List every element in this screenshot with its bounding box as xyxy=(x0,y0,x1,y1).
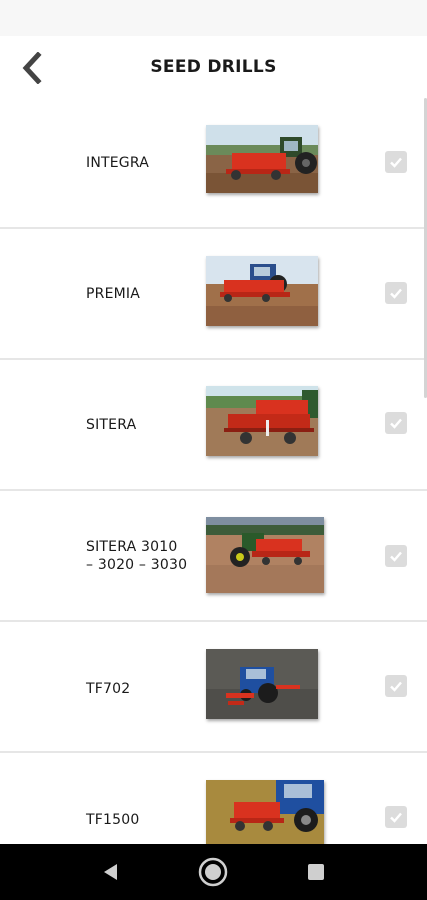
app-header: SEED DRILLS xyxy=(0,36,427,98)
nav-recents-button[interactable] xyxy=(300,856,332,888)
tf1500-photo xyxy=(206,780,324,844)
premia-photo xyxy=(206,256,318,326)
seed-drill-list: INTEGRA PREMIA SITERA SITERA 3010 – 3020… xyxy=(0,98,427,844)
checkmark-icon xyxy=(390,812,402,823)
square-recents-icon xyxy=(308,864,324,880)
item-checkbox[interactable] xyxy=(385,806,407,828)
tf702-photo xyxy=(206,649,318,719)
item-checkbox[interactable] xyxy=(385,675,407,697)
list-item-integra[interactable]: INTEGRA xyxy=(0,98,427,229)
nav-home-button[interactable] xyxy=(197,856,229,888)
item-checkbox[interactable] xyxy=(385,545,407,567)
item-label: PREMIA xyxy=(86,286,141,302)
item-label: TF1500 xyxy=(86,812,140,828)
list-item-sitera[interactable]: SITERA xyxy=(0,360,427,491)
integra-photo xyxy=(206,125,318,193)
list-item-tf702[interactable]: TF702 xyxy=(0,622,427,753)
checkmark-icon xyxy=(390,157,402,168)
list-item-premia[interactable]: PREMIA xyxy=(0,229,427,360)
checkmark-icon xyxy=(390,418,402,429)
item-label: TF702 xyxy=(86,681,131,697)
system-nav-bar xyxy=(0,844,427,900)
nav-back-button[interactable] xyxy=(95,856,127,888)
checkmark-icon xyxy=(390,288,402,299)
item-checkbox[interactable] xyxy=(385,282,407,304)
item-checkbox[interactable] xyxy=(385,151,407,173)
page-title: SEED DRILLS xyxy=(150,57,277,77)
item-checkbox[interactable] xyxy=(385,412,407,434)
item-label: SITERA 3010 – 3020 – 3030 xyxy=(86,538,198,574)
checkmark-icon xyxy=(390,681,402,692)
checkmark-icon xyxy=(390,551,402,562)
item-label-line1: SITERA 3010 xyxy=(86,539,178,555)
sitera-photo xyxy=(206,386,318,456)
item-label: SITERA xyxy=(86,417,137,433)
sitera-3010-photo xyxy=(206,517,324,593)
item-label: INTEGRA xyxy=(86,155,149,171)
list-item-sitera-3010[interactable]: SITERA 3010 – 3020 – 3030 xyxy=(0,491,427,622)
circle-home-icon xyxy=(198,857,228,887)
status-bar xyxy=(0,0,427,36)
item-label-line2: – 3020 – 3030 xyxy=(86,557,188,573)
triangle-back-icon xyxy=(104,864,117,880)
list-item-tf1500[interactable]: TF1500 xyxy=(0,753,427,844)
